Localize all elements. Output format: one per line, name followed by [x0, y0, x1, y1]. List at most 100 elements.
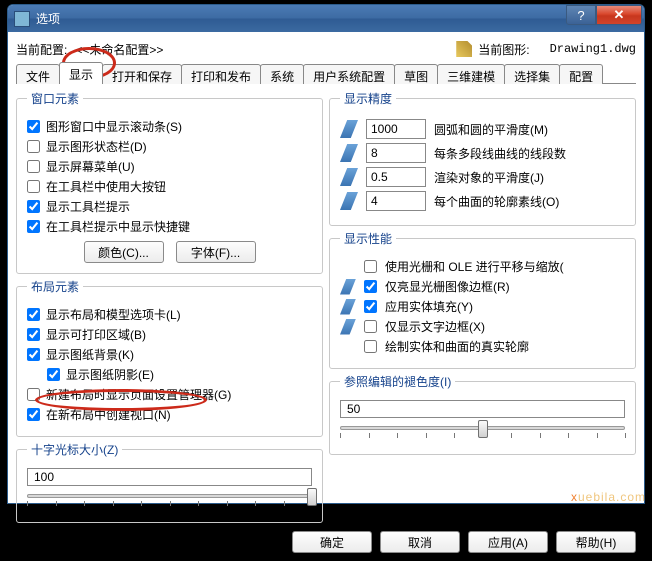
tab-8[interactable]: 选择集	[504, 64, 560, 84]
layout-el-label-5: 在新布局中创建视口(N)	[46, 406, 171, 423]
perf-icon	[340, 319, 356, 335]
window-el-label-2: 显示屏幕菜单(U)	[46, 158, 135, 175]
window-elements-group: 窗口元素 图形窗口中显示滚动条(S) 显示图形状态栏(D) 显示屏幕菜单(U) 在工具…	[16, 90, 323, 274]
precision-row-0: 圆弧和圆的平滑度(M)	[340, 119, 625, 139]
precision-label-0: 圆弧和圆的平滑度(M)	[434, 121, 548, 138]
precision-label-2: 渲染对象的平滑度(J)	[434, 169, 544, 186]
perf-item-4[interactable]: 绘制实体和曲面的真实轮廓	[340, 338, 625, 355]
perf-label-4: 绘制实体和曲面的真实轮廓	[385, 338, 529, 355]
color-button[interactable]: 颜色(C)...	[84, 241, 164, 263]
fade-legend: 参照编辑的褪色度(I)	[340, 373, 455, 390]
layout-el-checkbox-2[interactable]	[27, 348, 40, 361]
fade-slider[interactable]	[340, 422, 625, 444]
layout-el-checkbox-5[interactable]	[27, 408, 40, 421]
window-el-item-1[interactable]: 显示图形状态栏(D)	[27, 138, 312, 155]
perf-item-0[interactable]: 使用光栅和 OLE 进行平移与缩放(	[340, 258, 625, 275]
precision-input-0[interactable]	[366, 119, 426, 139]
layout-elements-legend: 布局元素	[27, 278, 83, 295]
tab-4[interactable]: 系统	[260, 64, 304, 84]
close-window-button[interactable]: ✕	[596, 5, 642, 25]
window-elements-legend: 窗口元素	[27, 90, 83, 107]
cancel-button[interactable]: 取消	[380, 531, 460, 553]
performance-legend: 显示性能	[340, 230, 396, 247]
perf-icon	[340, 299, 356, 315]
layout-el-label-2: 显示图纸背景(K)	[46, 346, 134, 363]
window-el-item-4[interactable]: 显示工具栏提示	[27, 198, 312, 215]
help-window-button[interactable]: ?	[566, 5, 596, 25]
current-config-value: <<未命名配置>>	[75, 41, 163, 58]
window-el-item-0[interactable]: 图形窗口中显示滚动条(S)	[27, 118, 312, 135]
tab-6[interactable]: 草图	[394, 64, 438, 84]
layout-el-item-2[interactable]: 显示图纸背景(K)	[27, 346, 312, 363]
perf-label-0: 使用光栅和 OLE 进行平移与缩放(	[385, 258, 564, 275]
window-el-checkbox-4[interactable]	[27, 200, 40, 213]
window-el-item-5[interactable]: 在工具栏提示中显示快捷键	[27, 218, 312, 235]
precision-label-1: 每条多段线曲线的线段数	[434, 145, 566, 162]
fade-group: 参照编辑的褪色度(I) 50	[329, 373, 636, 455]
layout-el-checkbox-0[interactable]	[27, 308, 40, 321]
precision-row-3: 每个曲面的轮廓素线(O)	[340, 191, 625, 211]
tab-3[interactable]: 打印和发布	[181, 64, 261, 84]
perf-label-1: 仅亮显光栅图像边框(R)	[385, 278, 510, 295]
precision-input-2[interactable]	[366, 167, 426, 187]
layout-el-label-1: 显示可打印区域(B)	[46, 326, 146, 343]
fade-value[interactable]: 50	[340, 400, 625, 418]
window-el-checkbox-2[interactable]	[27, 160, 40, 173]
help-button[interactable]: 帮助(H)	[556, 531, 636, 553]
apply-button[interactable]: 应用(A)	[468, 531, 548, 553]
precision-row-2: 渲染对象的平滑度(J)	[340, 167, 625, 187]
drawing-icon	[456, 41, 472, 57]
current-config-label: 当前配置:	[16, 41, 67, 58]
perf-item-3[interactable]: 仅显示文字边框(X)	[340, 318, 625, 335]
window-el-label-5: 在工具栏提示中显示快捷键	[46, 218, 190, 235]
layout-el-item-4[interactable]: 新建布局时显示页面设置管理器(G)	[27, 386, 312, 403]
precision-icon	[340, 144, 358, 162]
tab-2[interactable]: 打开和保存	[102, 64, 182, 84]
layout-el-item-3[interactable]: 显示图纸阴影(E)	[47, 366, 312, 383]
watermark: xuebila.com	[571, 488, 646, 505]
layout-el-label-3: 显示图纸阴影(E)	[66, 366, 154, 383]
crosshair-legend: 十字光标大小(Z)	[27, 441, 122, 458]
layout-el-item-0[interactable]: 显示布局和模型选项卡(L)	[27, 306, 312, 323]
window-el-label-4: 显示工具栏提示	[46, 198, 130, 215]
perf-checkbox-1[interactable]	[364, 280, 377, 293]
tab-5[interactable]: 用户系统配置	[303, 64, 395, 84]
window-el-checkbox-0[interactable]	[27, 120, 40, 133]
window-el-item-3[interactable]: 在工具栏中使用大按钮	[27, 178, 312, 195]
crosshair-value[interactable]: 100	[27, 468, 312, 486]
perf-checkbox-2[interactable]	[364, 300, 377, 313]
app-icon	[14, 11, 30, 27]
perf-item-1[interactable]: 仅亮显光栅图像边框(R)	[340, 278, 625, 295]
precision-input-1[interactable]	[366, 143, 426, 163]
perf-checkbox-0[interactable]	[364, 260, 377, 273]
tab-7[interactable]: 三维建模	[437, 64, 505, 84]
perf-checkbox-4[interactable]	[364, 340, 377, 353]
perf-icon	[340, 279, 356, 295]
perf-item-2[interactable]: 应用实体填充(Y)	[340, 298, 625, 315]
tab-0[interactable]: 文件	[16, 64, 60, 84]
precision-row-1: 每条多段线曲线的线段数	[340, 143, 625, 163]
precision-icon	[340, 168, 358, 186]
layout-el-item-5[interactable]: 在新布局中创建视口(N)	[27, 406, 312, 423]
precision-legend: 显示精度	[340, 90, 396, 107]
ok-button[interactable]: 确定	[292, 531, 372, 553]
window-el-checkbox-3[interactable]	[27, 180, 40, 193]
perf-checkbox-3[interactable]	[364, 320, 377, 333]
perf-label-3: 仅显示文字边框(X)	[385, 318, 485, 335]
window-el-item-2[interactable]: 显示屏幕菜单(U)	[27, 158, 312, 175]
window-el-checkbox-1[interactable]	[27, 140, 40, 153]
perf-label-2: 应用实体填充(Y)	[385, 298, 473, 315]
performance-group: 显示性能 使用光栅和 OLE 进行平移与缩放( 仅亮显光栅图像边框(R) 应用实体填…	[329, 230, 636, 369]
font-button[interactable]: 字体(F)...	[176, 241, 256, 263]
tab-9[interactable]: 配置	[559, 64, 603, 84]
layout-el-checkbox-3[interactable]	[47, 368, 60, 381]
layout-el-label-4: 新建布局时显示页面设置管理器(G)	[46, 386, 231, 403]
layout-el-checkbox-4[interactable]	[27, 388, 40, 401]
layout-el-item-1[interactable]: 显示可打印区域(B)	[27, 326, 312, 343]
precision-input-3[interactable]	[366, 191, 426, 211]
tab-strip: 文件显示打开和保存打印和发布系统用户系统配置草图三维建模选择集配置	[16, 62, 636, 84]
titlebar: 选项 ? ✕	[8, 5, 644, 32]
tab-1[interactable]: 显示	[59, 62, 103, 84]
layout-el-checkbox-1[interactable]	[27, 328, 40, 341]
window-el-checkbox-5[interactable]	[27, 220, 40, 233]
